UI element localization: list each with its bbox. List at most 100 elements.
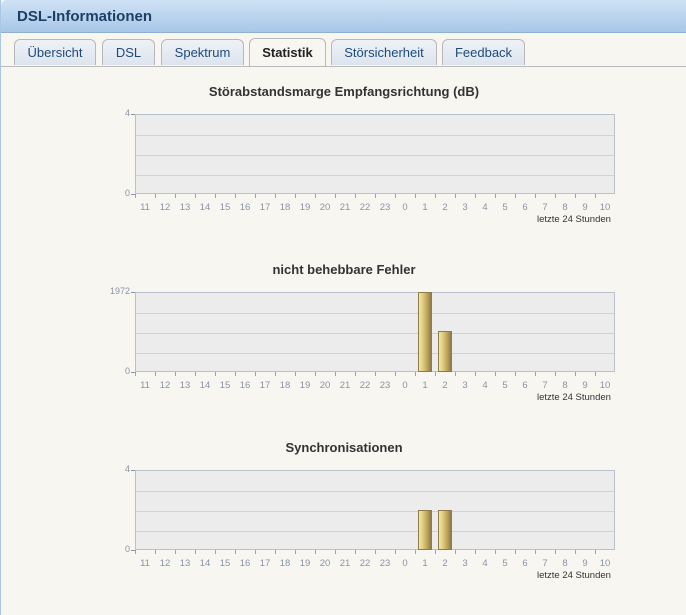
x-tick bbox=[235, 550, 236, 554]
y-tick-label: 0 bbox=[124, 366, 130, 376]
x-tick-label: 5 bbox=[502, 202, 508, 213]
x-tick bbox=[135, 194, 136, 198]
x-tick-label: 7 bbox=[542, 202, 548, 213]
x-tick-label: 5 bbox=[502, 380, 508, 391]
bar bbox=[418, 510, 432, 550]
x-tick-label: 2 bbox=[442, 558, 448, 569]
x-tick-label: 7 bbox=[542, 558, 548, 569]
x-tick-label: 13 bbox=[179, 558, 191, 569]
x-tick-label: 12 bbox=[159, 558, 171, 569]
y-tick bbox=[131, 470, 135, 471]
x-tick bbox=[535, 194, 536, 198]
gridline bbox=[136, 531, 614, 532]
x-tick-label: 23 bbox=[379, 558, 391, 569]
tab-stoersicherheit[interactable]: Störsicherheit bbox=[331, 39, 437, 65]
x-tick-label: 2 bbox=[442, 202, 448, 213]
x-tick bbox=[275, 550, 276, 554]
x-tick bbox=[275, 372, 276, 376]
x-tick-label: 0 bbox=[402, 380, 408, 391]
x-tick bbox=[355, 372, 356, 376]
x-tick bbox=[515, 372, 516, 376]
window-title: DSL-Informationen bbox=[17, 8, 152, 25]
x-tick-label: 3 bbox=[462, 558, 468, 569]
tab-feedback[interactable]: Feedback bbox=[442, 39, 525, 65]
x-tick-label: 16 bbox=[239, 202, 251, 213]
x-tick-label: 9 bbox=[582, 380, 588, 391]
chart-title: Störabstandsmarge Empfangsrichtung (dB) bbox=[208, 84, 480, 99]
gridline bbox=[136, 135, 614, 136]
dsl-info-window: DSL-Informationen Übersicht DSL Spektrum… bbox=[0, 0, 686, 615]
x-tick bbox=[475, 372, 476, 376]
x-tick-label: 4 bbox=[482, 558, 488, 569]
x-tick bbox=[555, 194, 556, 198]
x-tick-label: 9 bbox=[582, 202, 588, 213]
bar bbox=[438, 331, 452, 372]
x-tick bbox=[215, 194, 216, 198]
x-tick bbox=[315, 194, 316, 198]
x-tick-label: 9 bbox=[582, 558, 588, 569]
x-tick bbox=[495, 194, 496, 198]
x-tick-label: 10 bbox=[599, 380, 611, 391]
x-tick-label: 22 bbox=[359, 202, 371, 213]
x-tick bbox=[235, 194, 236, 198]
x-tick bbox=[335, 372, 336, 376]
chart-plot-area bbox=[135, 114, 615, 194]
x-tick-label: 11 bbox=[140, 558, 150, 569]
x-tick bbox=[515, 194, 516, 198]
x-tick-label: 17 bbox=[259, 202, 271, 213]
x-tick-label: 8 bbox=[562, 380, 568, 391]
x-tick-label: 0 bbox=[402, 558, 408, 569]
x-tick-label: 6 bbox=[522, 202, 528, 213]
tab-statistik[interactable]: Statistik bbox=[249, 38, 326, 66]
x-tick bbox=[415, 550, 416, 554]
x-tick bbox=[535, 372, 536, 376]
x-tick bbox=[175, 194, 176, 198]
y-tick-label: 0 bbox=[124, 544, 130, 554]
x-tick bbox=[195, 372, 196, 376]
y-tick-label: 1972 bbox=[109, 286, 130, 296]
x-tick-label: 22 bbox=[359, 558, 371, 569]
x-tick bbox=[135, 550, 136, 554]
x-tick bbox=[275, 194, 276, 198]
x-tick bbox=[215, 372, 216, 376]
x-tick-label: 18 bbox=[279, 380, 291, 391]
x-tick-label: 1 bbox=[422, 380, 428, 391]
tab-dsl[interactable]: DSL bbox=[102, 39, 155, 65]
x-tick-label: 19 bbox=[299, 558, 311, 569]
x-tick bbox=[375, 372, 376, 376]
window-titlebar: DSL-Informationen bbox=[1, 0, 686, 33]
x-tick bbox=[415, 372, 416, 376]
tab-spektrum[interactable]: Spektrum bbox=[161, 39, 244, 65]
x-tick-label: 14 bbox=[199, 558, 211, 569]
x-tick-label: 12 bbox=[159, 380, 171, 391]
tab-uebersicht[interactable]: Übersicht bbox=[14, 39, 96, 65]
y-tick-label: 4 bbox=[124, 464, 130, 474]
x-tick-label: 2 bbox=[442, 380, 448, 391]
x-tick-label: 13 bbox=[179, 202, 191, 213]
x-tick bbox=[295, 372, 296, 376]
x-tick-label: 23 bbox=[379, 202, 391, 213]
y-tick bbox=[131, 292, 135, 293]
x-tick bbox=[375, 194, 376, 198]
x-tick bbox=[395, 372, 396, 376]
x-tick bbox=[535, 550, 536, 554]
x-tick bbox=[495, 550, 496, 554]
x-tick-label: 1 bbox=[422, 202, 428, 213]
x-tick bbox=[175, 550, 176, 554]
x-tick bbox=[415, 194, 416, 198]
x-tick-label: 15 bbox=[219, 558, 231, 569]
x-tick-label: 17 bbox=[259, 558, 271, 569]
x-tick-label: 4 bbox=[482, 380, 488, 391]
x-tick bbox=[435, 550, 436, 554]
y-tick-label: 0 bbox=[124, 188, 130, 198]
chart-title: Synchronisationen bbox=[285, 440, 403, 455]
x-tick-label: 21 bbox=[339, 380, 351, 391]
x-tick bbox=[595, 550, 596, 554]
x-tick bbox=[455, 194, 456, 198]
x-tick-label: 19 bbox=[299, 380, 311, 391]
x-tick bbox=[575, 372, 576, 376]
gridline bbox=[136, 511, 614, 512]
x-tick-label: 23 bbox=[379, 380, 391, 391]
x-tick bbox=[575, 194, 576, 198]
x-tick-label: 0 bbox=[402, 202, 408, 213]
